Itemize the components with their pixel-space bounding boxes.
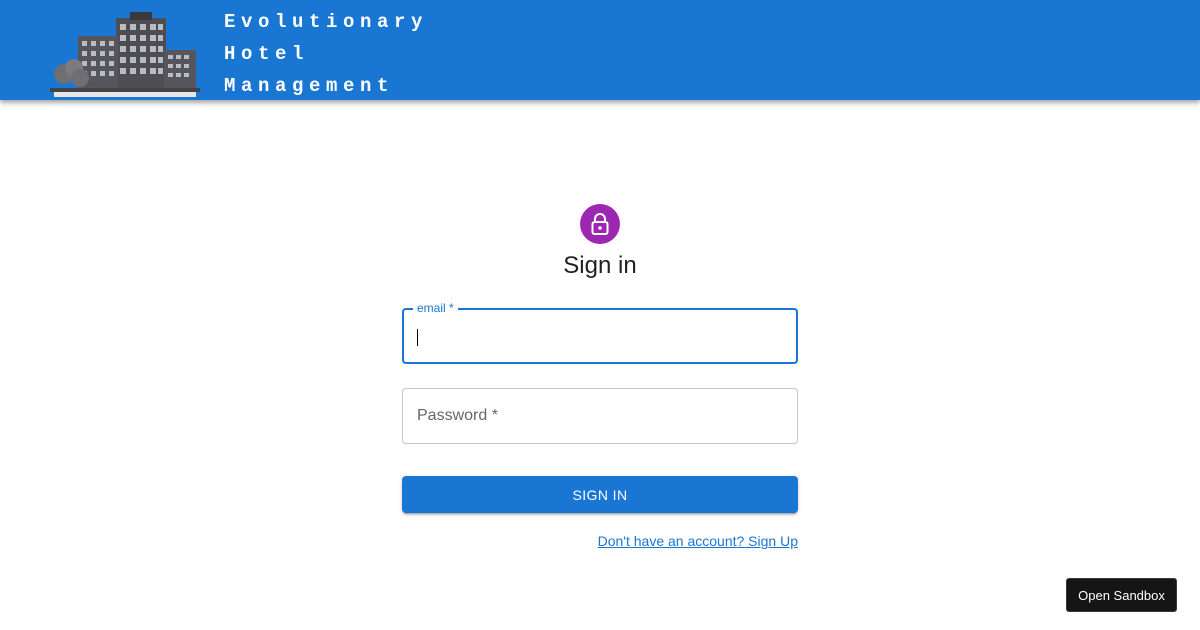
email-input[interactable] — [404, 310, 796, 362]
sign-up-link[interactable]: Don't have an account? Sign Up — [598, 533, 798, 549]
page-title: Sign in — [563, 252, 637, 279]
app-bar: Evolutionary Hotel Management — [0, 0, 1200, 100]
lock-icon — [591, 213, 609, 235]
hotel-logo — [50, 10, 200, 98]
sign-in-button[interactable]: Sign In — [402, 476, 798, 513]
password-field[interactable]: Password * — [402, 388, 798, 444]
app-title: Evolutionary Hotel Management — [224, 6, 428, 102]
password-input[interactable] — [403, 389, 797, 443]
lock-avatar — [580, 204, 620, 244]
app-title-line-3: Management — [224, 75, 395, 97]
app-title-line-2: Hotel — [224, 43, 310, 65]
open-sandbox-button[interactable]: Open Sandbox — [1066, 578, 1177, 612]
email-field[interactable]: email * — [402, 301, 798, 364]
app-title-line-1: Evolutionary — [224, 11, 429, 33]
